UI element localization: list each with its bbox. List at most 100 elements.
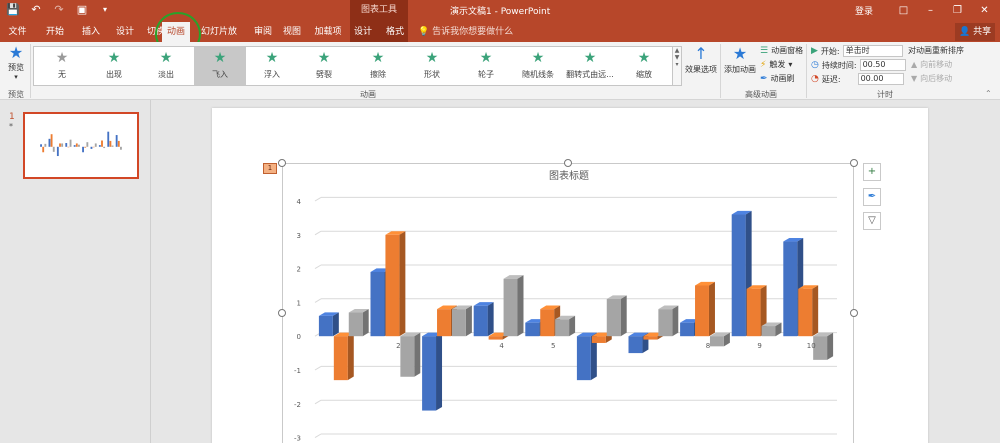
slide-number: 1 (9, 112, 15, 122)
animation-option[interactable]: ★ 出现 (88, 47, 140, 85)
move-earlier-button[interactable]: ▲ 向前移动 (911, 59, 952, 70)
animation-option[interactable]: ★ 形状 (406, 47, 458, 85)
add-animation-icon: ★ (732, 44, 748, 63)
chart-styles-button[interactable]: ✒ (863, 188, 881, 206)
resize-handle[interactable] (564, 159, 572, 167)
animation-option[interactable]: ★ 轮子 (460, 47, 512, 85)
customize-icon[interactable]: ▾ (98, 3, 112, 17)
redo-icon[interactable]: ↷ (52, 3, 66, 17)
animation-option-label: 出现 (106, 70, 122, 79)
chart-object[interactable]: 图表标题 4 3 2 1 0 -1 -2 -3 2 4 5 8 9 10 (282, 163, 854, 443)
bar-side (347, 332, 354, 381)
star-icon: ★ (371, 50, 385, 66)
gallery-scrollbar[interactable]: ▲ ▼ ▾ (673, 46, 682, 86)
delay-icon: ◔ (811, 74, 819, 84)
chart-filters-button[interactable]: ▽ (863, 212, 881, 230)
y-tick-label: 2 (297, 266, 301, 274)
bar-face (120, 146, 122, 150)
animation-painter-button[interactable]: ✒ 动画刷 (760, 73, 795, 84)
restore-icon[interactable]: ❐ (944, 0, 971, 22)
resize-handle[interactable] (278, 309, 286, 317)
tab-slideshow[interactable]: 幻灯片放映 (198, 22, 240, 57)
bar (473, 302, 494, 337)
tab-home[interactable]: 开始 (37, 22, 73, 42)
delay-row: ◔ 延迟: 00.00 (811, 73, 904, 85)
start-select[interactable]: 单击时 (842, 45, 903, 57)
bar (109, 140, 112, 147)
animation-pane-button[interactable]: ☰ 动画窗格 (760, 45, 803, 56)
tab-view[interactable]: 视图 (280, 22, 304, 42)
animation-option[interactable]: ★ 浮入 (246, 47, 298, 85)
present-icon[interactable]: ▣ (75, 3, 89, 17)
tab-review[interactable]: 审阅 (252, 22, 274, 42)
tab-chart-design[interactable]: 设计 (352, 22, 374, 42)
minimize-icon[interactable]: – (917, 0, 944, 22)
bar (94, 143, 97, 147)
gridline-side (314, 433, 322, 439)
bar-side (436, 332, 443, 411)
gridline-side (314, 196, 322, 202)
tell-me-box[interactable]: 💡 告诉我你想要做什么 (418, 22, 513, 42)
bar (318, 312, 339, 337)
effect-options-button[interactable]: ↑ 效果选项 (683, 44, 719, 75)
share-button[interactable]: 👤 共享 (955, 23, 996, 41)
animation-option[interactable]: ★ 淡出 (140, 47, 192, 85)
bar (451, 305, 472, 337)
delay-input[interactable]: 00.00 (857, 73, 904, 85)
tab-insert[interactable]: 插入 (73, 22, 109, 42)
preview-button[interactable]: ★ 预览 ▾ (4, 44, 28, 82)
animation-option-label: 随机线条 (522, 70, 554, 79)
bar-face (94, 143, 97, 147)
ribbon-display-icon[interactable]: □ (890, 0, 917, 22)
animation-option-label: 浮入 (264, 70, 280, 79)
bar-face (50, 134, 53, 147)
resize-handle[interactable] (850, 309, 858, 317)
undo-icon[interactable]: ↶ (29, 3, 43, 17)
tab-animations[interactable]: 动画 (162, 22, 190, 42)
login-link[interactable]: 登录 (855, 4, 873, 17)
tab-chart-format[interactable]: 格式 (384, 22, 406, 42)
close-icon[interactable]: ✕ (971, 0, 998, 22)
bar (90, 146, 93, 149)
bar-side (620, 295, 627, 337)
animation-option-label: 擦除 (370, 70, 386, 79)
bar-face (606, 299, 621, 337)
move-later-button[interactable]: ▼ 向后移动 (911, 73, 952, 84)
animation-tag[interactable]: 1 (263, 163, 277, 174)
animation-option[interactable]: ★ 缩放 (618, 47, 670, 85)
tab-file[interactable]: 文件 (0, 22, 35, 42)
resize-handle[interactable] (278, 159, 286, 167)
tab-addins[interactable]: 加载项 (313, 22, 343, 42)
chevron-down-icon: ▾ (14, 73, 18, 81)
resize-handle[interactable] (850, 159, 858, 167)
animation-option[interactable]: ★ 擦除 (352, 47, 404, 85)
bar (59, 143, 61, 147)
slide-thumbnail[interactable] (23, 112, 139, 179)
bar (422, 332, 443, 411)
bar (84, 146, 87, 148)
bar (92, 146, 95, 148)
duration-input[interactable]: 00.50 (859, 59, 906, 71)
animation-option[interactable]: ★ 劈裂 (298, 47, 350, 85)
bar-side (827, 332, 834, 360)
animation-marker: * (9, 122, 13, 131)
chart-elements-button[interactable]: + (863, 163, 881, 181)
animation-option[interactable]: ★ 无 (36, 47, 88, 85)
star-icon: ★ (55, 50, 69, 66)
star-icon: ★ (317, 50, 331, 66)
animation-option[interactable]: ★ 翻转式由远... (564, 47, 616, 85)
add-animation-button[interactable]: ★ 添加动画 (722, 44, 758, 75)
trigger-button[interactable]: ⚡ 触发 ▾ (760, 59, 792, 70)
chart-tools-title: 图表工具 (350, 0, 408, 22)
animation-option[interactable]: ★ 随机线条 (512, 47, 564, 85)
animation-option[interactable]: ★ 飞入 (194, 47, 246, 85)
collapse-ribbon-icon[interactable]: ⌃ (985, 89, 992, 98)
bar-side (812, 285, 819, 337)
plus-icon: + (867, 166, 877, 177)
animation-option-label: 翻转式由远... (566, 70, 614, 79)
down-triangle-icon: ▼ (911, 74, 918, 83)
filter-icon: ▽ (868, 215, 876, 226)
bar-side (672, 305, 679, 337)
tab-design[interactable]: 设计 (108, 22, 142, 42)
save-icon[interactable]: 💾 (6, 3, 20, 17)
